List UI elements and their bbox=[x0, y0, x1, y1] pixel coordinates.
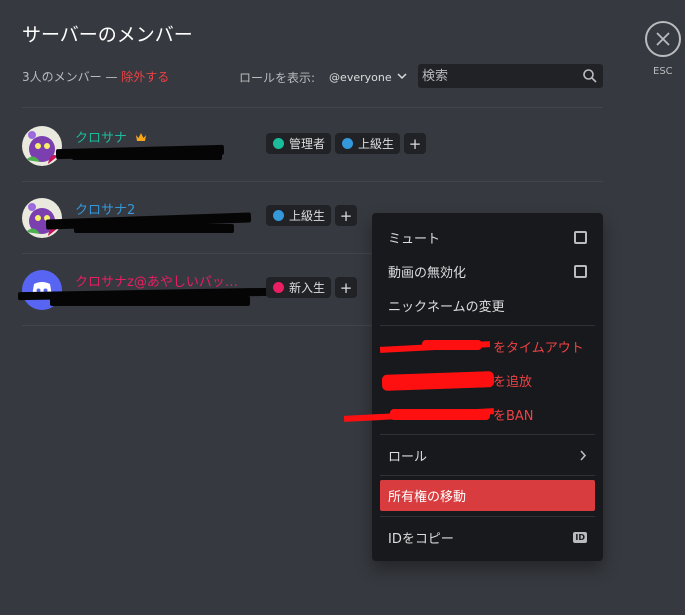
menu-separator bbox=[380, 475, 595, 476]
redacted-username bbox=[74, 224, 234, 233]
role-color-dot bbox=[273, 210, 284, 221]
menu-item-copy-id[interactable]: IDをコピー ID bbox=[380, 522, 595, 552]
menu-separator bbox=[380, 516, 595, 517]
checkbox[interactable] bbox=[574, 230, 587, 244]
role-list: 新入生 + bbox=[266, 277, 358, 298]
divider bbox=[22, 107, 603, 108]
role-filter-label: ロールを表示: bbox=[239, 71, 316, 85]
menu-item-mute[interactable]: ミュート bbox=[380, 222, 595, 252]
context-menu: ミュート 動画の無効化 ニックネームの変更 をタイムアウト を追放 をBAN ロ… bbox=[343, 213, 603, 561]
menu-item-change-nickname[interactable]: ニックネームの変更 bbox=[380, 290, 595, 320]
chevron-right-icon bbox=[580, 449, 587, 461]
role-filter: ロールを表示: @everyone bbox=[239, 69, 407, 86]
member-name[interactable]: クロサナ2 bbox=[75, 199, 135, 218]
member-name[interactable]: クロサナ bbox=[75, 127, 147, 146]
search-box[interactable] bbox=[418, 64, 603, 88]
close-icon[interactable] bbox=[655, 31, 671, 47]
add-role-button[interactable]: + bbox=[335, 205, 358, 226]
esc-label: ESC bbox=[653, 66, 673, 77]
redacted-username bbox=[50, 296, 250, 306]
search-icon bbox=[583, 69, 597, 83]
member-count-line: 3人のメンバー — 除外する bbox=[22, 68, 169, 85]
redacted-username bbox=[72, 153, 222, 160]
add-role-button[interactable]: + bbox=[335, 277, 358, 298]
role-list: 管理者 上級生 + bbox=[266, 133, 427, 154]
role-filter-dropdown[interactable]: @everyone bbox=[329, 71, 392, 84]
search-input[interactable] bbox=[422, 66, 577, 86]
role-color-dot bbox=[273, 282, 284, 293]
id-icon: ID bbox=[573, 531, 587, 543]
role-color-dot bbox=[273, 138, 284, 149]
page-title: サーバーのメンバー bbox=[22, 24, 193, 46]
menu-item-disable-video[interactable]: 動画の無効化 bbox=[380, 256, 595, 286]
member-count: 3人のメンバー — bbox=[22, 70, 122, 84]
menu-separator bbox=[380, 325, 595, 326]
member-name[interactable]: クロサナz@あやしいパッ… bbox=[75, 271, 238, 290]
role-chip[interactable]: 管理者 bbox=[266, 133, 332, 154]
add-role-button[interactable]: + bbox=[404, 133, 427, 154]
crown-icon bbox=[135, 131, 147, 146]
avatar[interactable] bbox=[22, 126, 62, 166]
role-chip[interactable]: 上級生 bbox=[335, 133, 401, 154]
role-list: 上級生 + bbox=[266, 205, 358, 226]
red-scribble bbox=[390, 409, 490, 420]
menu-item-roles[interactable]: ロール bbox=[380, 440, 595, 470]
member-row[interactable]: クロサナ 管理者 上級生 + bbox=[22, 122, 603, 182]
role-color-dot bbox=[342, 138, 354, 149]
chevron-down-icon[interactable] bbox=[397, 72, 407, 83]
prune-link[interactable]: 除外する bbox=[121, 70, 169, 84]
menu-separator bbox=[380, 434, 595, 435]
role-chip[interactable]: 上級生 bbox=[266, 205, 332, 226]
red-scribble bbox=[422, 340, 482, 350]
checkbox[interactable] bbox=[574, 264, 587, 278]
role-chip[interactable]: 新入生 bbox=[266, 277, 332, 298]
menu-item-transfer-ownership[interactable]: 所有権の移動 bbox=[380, 480, 595, 511]
avatar[interactable] bbox=[22, 198, 62, 238]
divider bbox=[22, 181, 603, 182]
close-button[interactable] bbox=[645, 21, 681, 57]
